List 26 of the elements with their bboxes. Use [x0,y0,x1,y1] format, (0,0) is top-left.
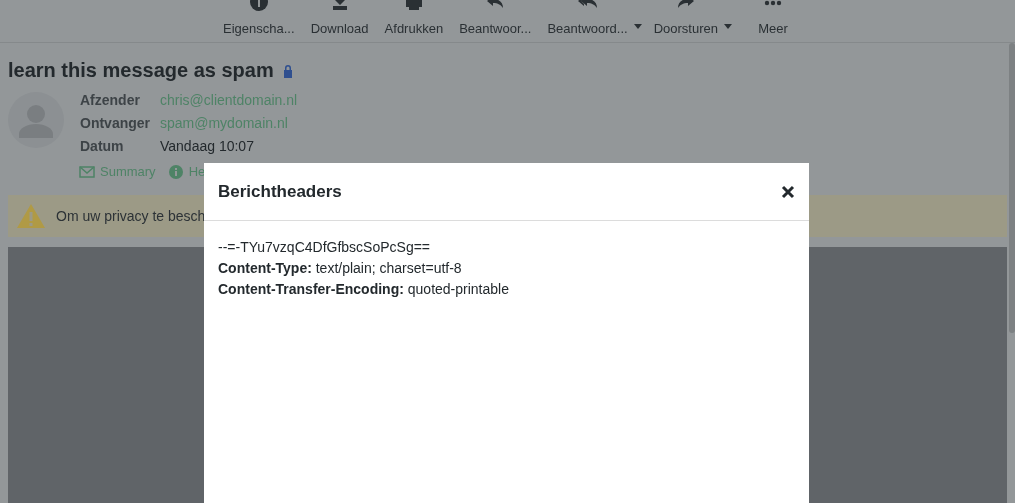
header-label: Afzender [80,91,141,109]
header-value: Vandaag 10:07 [160,137,255,155]
header-line: Content-Type: text/plain; charset=utf-8 [218,259,463,278]
toolbar-button[interactable]: Eigenscha... [217,0,301,42]
warning-text: Om uw privacy te besch [56,208,206,224]
lock-icon [281,63,294,78]
more-icon [762,0,783,6]
header-label: Ontvanger [80,114,151,132]
header-line: --=-TYu7vzqC4DfGfbscSoPcSg== [218,238,432,257]
toolbar-button[interactable]: Beantwoord... [541,0,644,42]
header-line: Content-Transfer-Encoding: quoted-printable [218,280,510,299]
info-icon [167,164,184,179]
header-label: Datum [80,137,125,155]
warning-icon [16,203,46,229]
dialog-title: Berichtheaders [218,181,342,202]
toolbar-button[interactable]: Afdrukken [378,0,450,42]
toolbar-button[interactable]: Beantwoor... [453,0,538,42]
avatar-icon [8,92,64,148]
envelope-icon [79,164,95,179]
message-subject: learn this message as spam [8,59,274,82]
toolbar-button[interactable]: Doorsturen [647,0,734,42]
toolbar-button[interactable]: Download [304,0,375,42]
caret-icon[interactable] [633,24,642,29]
toolbar-button[interactable]: Meer [737,0,808,42]
close-button[interactable] [781,184,795,199]
caret-icon[interactable] [723,24,732,29]
